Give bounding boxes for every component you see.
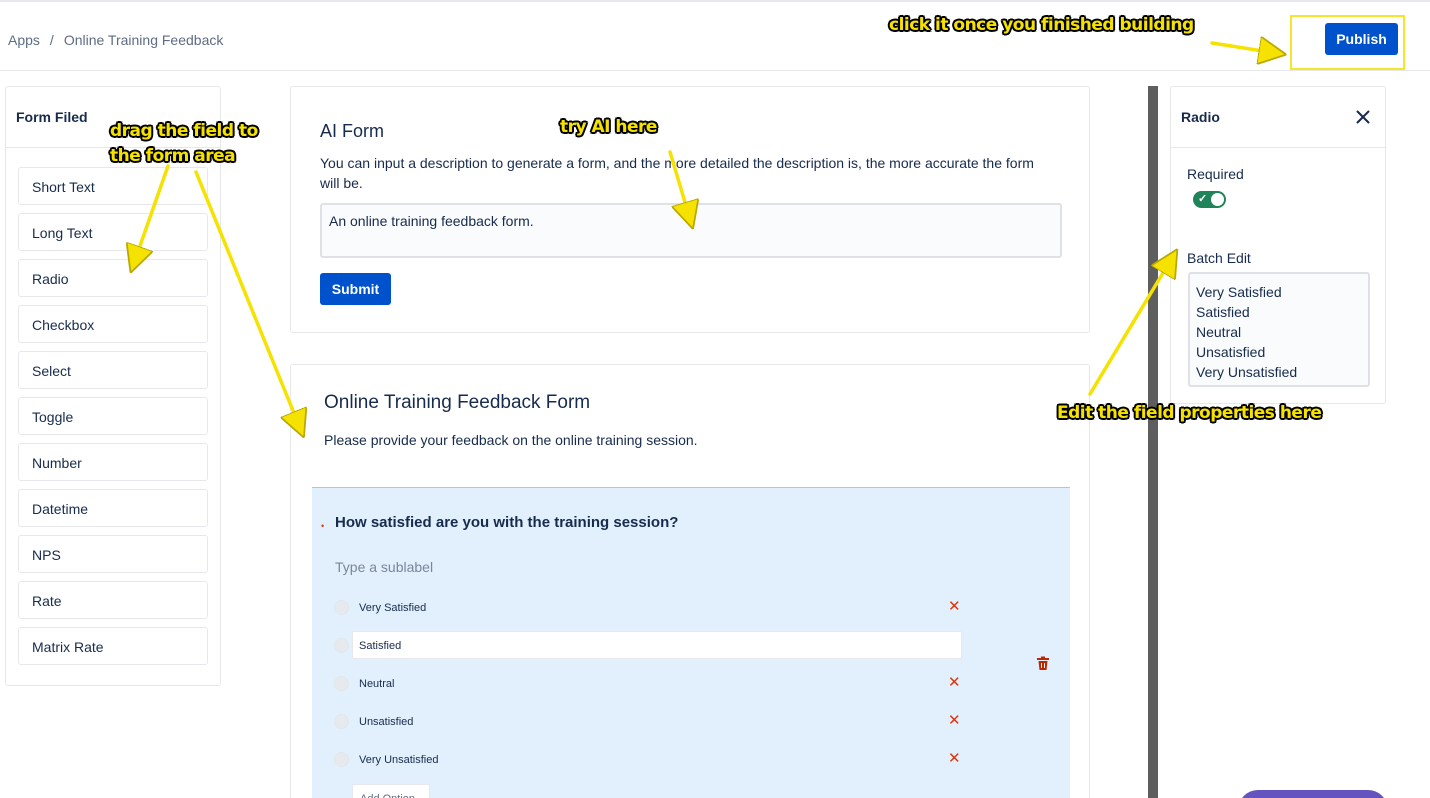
add-option-button[interactable]: Add Option — [352, 784, 430, 798]
field-item-short-text[interactable]: Short Text — [18, 167, 208, 205]
remove-option-icon[interactable]: ✕ — [948, 713, 961, 728]
toggle-knob — [1211, 193, 1224, 206]
option-label[interactable]: Unsatisfied — [359, 716, 413, 728]
option-label[interactable]: Very Satisfied — [359, 602, 426, 614]
radio-circle[interactable] — [334, 600, 349, 615]
top-bar: Apps / Online Training Feedback — [0, 0, 1430, 71]
field-palette: Form Filed Short Text Long Text Radio Ch… — [5, 86, 221, 686]
check-icon: ✓ — [1198, 193, 1208, 205]
ai-form-description: You can input a description to generate … — [320, 155, 1034, 191]
field-palette-title: Form Filed — [16, 109, 88, 125]
radio-circle[interactable] — [334, 714, 349, 729]
option-label-editing[interactable]: Satisfied — [352, 631, 962, 659]
batch-edit-label: Batch Edit — [1187, 250, 1251, 266]
breadcrumb-apps-link[interactable]: Apps — [8, 32, 40, 48]
divider — [1171, 147, 1385, 148]
breadcrumb-current: Online Training Feedback — [63, 32, 224, 48]
form-description[interactable]: Please provide your feedback on the onli… — [324, 432, 698, 448]
close-icon[interactable] — [1354, 108, 1372, 126]
batch-edit-line: Very Unsatisfied — [1196, 364, 1298, 380]
field-question[interactable]: How satisfied are you with the training … — [335, 514, 678, 531]
submit-button[interactable]: Submit — [320, 273, 391, 305]
field-item-rate[interactable]: Rate — [18, 581, 208, 619]
option-label[interactable]: Neutral — [359, 678, 394, 690]
field-item-nps[interactable]: NPS — [18, 535, 208, 573]
radio-circle[interactable] — [334, 752, 349, 767]
annotation-ai-hint: try AI here — [560, 117, 657, 137]
properties-panel: Radio Required ✓ Batch Edit Very Satisfi… — [1170, 86, 1386, 404]
annotation-publish-hint: click it once you finished building — [889, 15, 1194, 35]
batch-edit-line: Satisfied — [1196, 304, 1250, 320]
annotation-drag-hint-line1: drag the field to — [110, 121, 258, 141]
sublabel-input[interactable]: Type a sublabel — [335, 559, 433, 575]
ai-form-title: AI Form — [320, 121, 385, 141]
panel-splitter[interactable] — [1148, 86, 1158, 798]
form-title[interactable]: Online Training Feedback Form — [324, 392, 590, 414]
annotation-drag-hint-line2: the form area — [110, 146, 236, 166]
option-label[interactable]: Very Unsatisfied — [359, 754, 438, 766]
radio-circle[interactable] — [334, 638, 349, 653]
field-item-long-text[interactable]: Long Text — [18, 213, 208, 251]
remove-option-icon[interactable]: ✕ — [948, 599, 961, 614]
remove-option-icon[interactable]: ✕ — [948, 751, 961, 766]
field-item-radio[interactable]: Radio — [18, 259, 208, 297]
batch-edit-line: Unsatisfied — [1196, 344, 1266, 360]
breadcrumb: Apps / Online Training Feedback — [8, 32, 223, 48]
field-item-datetime[interactable]: Datetime — [18, 489, 208, 527]
properties-title: Radio — [1181, 109, 1220, 125]
field-item-matrix-rate[interactable]: Matrix Rate — [18, 627, 208, 665]
ai-description-input[interactable]: An online training feedback form. — [320, 203, 1062, 258]
required-label: Required — [1187, 166, 1244, 182]
breadcrumb-separator: / — [49, 32, 54, 48]
batch-edit-textarea[interactable]: Very Satisfied Satisfied Neutral Unsatis… — [1188, 272, 1370, 387]
publish-button[interactable]: Publish — [1325, 23, 1398, 55]
ai-form-card: AI Form You can input a description to g… — [290, 86, 1090, 333]
batch-edit-line: Very Satisfied — [1196, 284, 1282, 300]
field-item-select[interactable]: Select — [18, 351, 208, 389]
batch-edit-line: Neutral — [1196, 324, 1242, 340]
radio-circle[interactable] — [334, 676, 349, 691]
required-toggle[interactable]: ✓ — [1193, 191, 1226, 208]
required-marker: • — [321, 521, 325, 531]
field-item-checkbox[interactable]: Checkbox — [18, 305, 208, 343]
chat-launcher-button[interactable] — [1238, 790, 1388, 798]
form-canvas: Online Training Feedback Form Please pro… — [290, 364, 1090, 798]
radio-field-selected[interactable]: • How satisfied are you with the trainin… — [312, 487, 1070, 798]
remove-option-icon[interactable]: ✕ — [948, 675, 961, 690]
field-item-toggle[interactable]: Toggle — [18, 397, 208, 435]
trash-icon[interactable] — [1036, 656, 1050, 672]
annotation-edit-hint: Edit the field properties here — [1057, 403, 1322, 423]
field-item-number[interactable]: Number — [18, 443, 208, 481]
arrow-to-properties — [1088, 258, 1172, 396]
